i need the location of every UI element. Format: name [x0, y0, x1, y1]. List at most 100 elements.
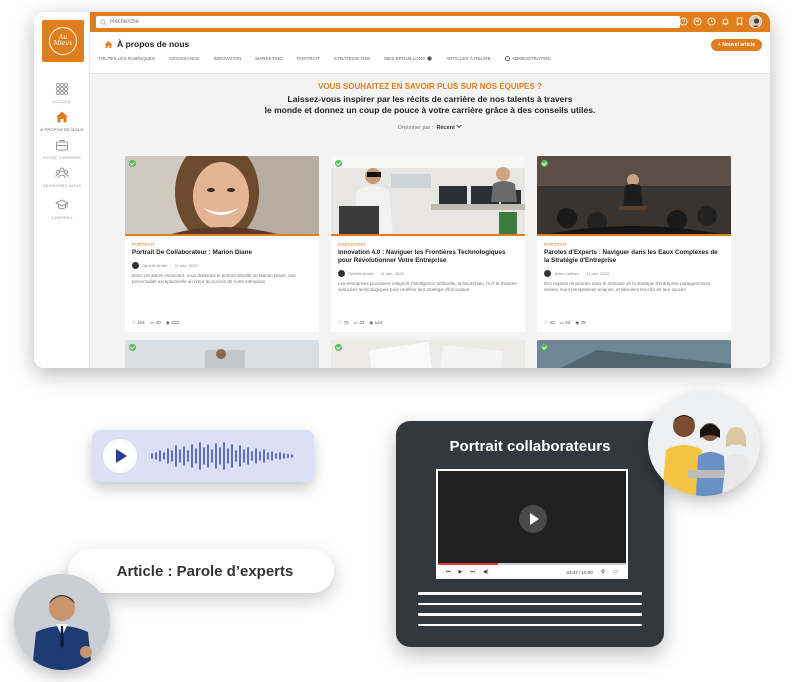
top-bar: ?	[90, 12, 770, 32]
sidebar-item-a-propos[interactable]: À PROPOS DE NOUS	[34, 110, 90, 132]
read-check-icon	[335, 344, 342, 351]
text-line	[418, 592, 642, 595]
views-count: ◉ 213	[166, 320, 179, 326]
previous-icon[interactable]: ⏮	[446, 569, 451, 575]
tab-administration[interactable]: ADMINISTRATION	[504, 56, 551, 61]
card-stats: ♡ 75 ▭ 33 ◉ 124	[338, 320, 382, 326]
video-controls: ⏮ ▶ ⏭ ◀) 03:47 / 10:00 ⚙ ▭	[438, 565, 626, 579]
hero-subtitle: Laissez-vous inspirer par les récits de …	[90, 94, 770, 116]
likes-value: 75	[343, 320, 349, 325]
tab-a-relire[interactable]: ARTICLES À RELIRE	[446, 56, 491, 61]
bell-icon[interactable]	[721, 17, 730, 26]
author-name: Ophélie André	[142, 263, 168, 268]
read-check-icon	[129, 344, 136, 351]
card-category: INNOVATION	[338, 242, 366, 247]
comment-icon: ▭	[353, 320, 358, 325]
author-avatar	[132, 262, 139, 269]
sort-control[interactable]: Ordonner par : Récent	[90, 124, 770, 131]
settings-icon[interactable]: ⚙	[601, 569, 605, 575]
info-icon	[427, 56, 432, 61]
help-icon[interactable]: ?	[679, 17, 688, 26]
video-player[interactable]: ⏮ ▶ ⏭ ◀) 03:47 / 10:00 ⚙ ▭	[436, 469, 628, 579]
sidebar-item-carriere[interactable]: VOTRE CARRIÈRE	[34, 138, 90, 160]
fullscreen-icon[interactable]: ▭	[613, 569, 618, 575]
bookmark-icon[interactable]	[735, 17, 744, 26]
sidebar-item-contenu[interactable]: CONTENU	[34, 198, 90, 220]
author-name: Julien Lefèvre	[554, 271, 579, 276]
page-title: À propos de nous	[104, 39, 189, 49]
expert-portrait	[14, 574, 110, 670]
card-image	[125, 340, 319, 368]
video-screen[interactable]	[438, 471, 626, 563]
comments-value: 20	[155, 320, 161, 325]
likes-count[interactable]: ♡ 151	[132, 320, 145, 326]
tab-brouillons[interactable]: MES BROUILLONS	[384, 56, 432, 61]
read-check-icon	[129, 160, 136, 167]
comments-count[interactable]: ▭ 20	[150, 320, 161, 326]
article-card[interactable]: INNOVATION Innovation 4.0 : Naviguer les…	[331, 156, 525, 332]
clock-icon[interactable]	[707, 17, 716, 26]
video-card: Portrait collaborateurs ⏮ ▶ ⏭ ◀) 03:47 /…	[396, 421, 664, 647]
user-avatar[interactable]	[749, 15, 762, 28]
article-pill-label: Article : Parole d’experts	[116, 562, 294, 580]
search-box[interactable]	[96, 16, 680, 28]
sidebar-item-label: ACCUEIL	[52, 99, 72, 104]
eye-icon: ◉	[165, 320, 170, 325]
app-window: Au Mieux ACCUEIL À PROPOS DE NOUS VOTRE …	[34, 12, 770, 368]
article-pill[interactable]: Article : Parole d’experts	[68, 549, 334, 593]
top-icons: ?	[679, 15, 762, 28]
tab-toutes[interactable]: TOUTES LES RUBRIQUES	[98, 56, 155, 61]
card-title[interactable]: Innovation 4.0 : Naviguer les Frontières…	[338, 249, 518, 265]
portrait-photo	[125, 156, 319, 234]
card-description: Les entreprises pionnières intègrent l'i…	[338, 281, 517, 292]
video-play-button[interactable]	[519, 505, 547, 533]
article-card[interactable]	[125, 340, 319, 368]
graduation-cap-icon	[55, 199, 69, 210]
article-card[interactable]	[331, 340, 525, 368]
author-name: Ophélie André	[348, 271, 374, 276]
placeholder-text-lines	[418, 592, 642, 634]
svg-text:?: ?	[682, 19, 685, 25]
card-title[interactable]: Paroles d'Experts : Naviguer dans les Ea…	[544, 249, 724, 265]
comments-count[interactable]: ▭ 33	[354, 320, 365, 326]
play-icon[interactable]: ▶	[459, 569, 463, 575]
sidebar-item-label: REJOIGNEZ-NOUS	[42, 183, 82, 188]
sidebar-item-rejoignez[interactable]: REJOIGNEZ-NOUS	[34, 166, 90, 188]
card-date: 11 déc. 2023	[380, 271, 404, 276]
article-card[interactable]: PORTRAIT Portrait De Collaborateur : Mar…	[125, 156, 319, 332]
card-title[interactable]: Portrait De Collaborateur : Marion Diane	[132, 249, 312, 257]
hero-question: VOUS SOUHAITEZ EN SAVOIR PLUS SUR NOS ÉQ…	[318, 82, 542, 91]
new-article-button[interactable]: + Nouvel article	[710, 39, 762, 51]
volume-icon[interactable]: ◀)	[483, 569, 489, 575]
likes-value: 151	[137, 320, 146, 325]
article-card[interactable]: PORTRAIT Paroles d'Experts : Naviguer da…	[537, 156, 731, 332]
comments-count[interactable]: ▭ 24	[560, 320, 571, 326]
card-description: Des experts renommés dans le domaine de …	[544, 281, 711, 292]
chevron-down-icon	[456, 124, 463, 129]
article-card[interactable]	[537, 340, 731, 368]
card-stats: ♡ 151 ▭ 20 ◉ 213	[132, 320, 179, 326]
tab-portrait[interactable]: PORTRAIT	[297, 56, 320, 61]
logo[interactable]: Au Mieux	[42, 20, 84, 62]
card-image	[125, 156, 319, 236]
sidebar: Au Mieux ACCUEIL À PROPOS DE NOUS VOTRE …	[34, 12, 90, 368]
card-description: Dans cet article émouvant, nous dressons…	[132, 273, 296, 284]
sidebar-item-accueil[interactable]: ACCUEIL	[34, 82, 90, 104]
tab-innovation[interactable]: INNOVATION	[214, 56, 242, 61]
text-line	[418, 623, 642, 626]
next-icon[interactable]: ⏭	[470, 569, 475, 575]
sidebar-item-label: CONTENU	[51, 215, 73, 220]
hero-line-1: Laissez-vous inspirer par les récits de …	[287, 94, 573, 104]
search-input[interactable]	[110, 19, 670, 25]
tab-croissance[interactable]: CROISSANCE	[169, 56, 199, 61]
likes-count[interactable]: ♡ 43	[544, 320, 555, 326]
conference-photo	[537, 156, 731, 234]
page-header: À propos de nous + Nouvel article TOUTES…	[90, 32, 770, 74]
likes-count[interactable]: ♡ 75	[338, 320, 349, 326]
avatar-image	[750, 16, 761, 27]
card-author: Ophélie André · 11 déc. 2023	[338, 270, 518, 277]
audio-play-button[interactable]	[103, 439, 137, 473]
tab-strategie-rse[interactable]: STRATÉGIE RSE	[334, 56, 370, 61]
chat-icon[interactable]	[693, 17, 702, 26]
tab-marketing[interactable]: MARKETING	[255, 56, 282, 61]
